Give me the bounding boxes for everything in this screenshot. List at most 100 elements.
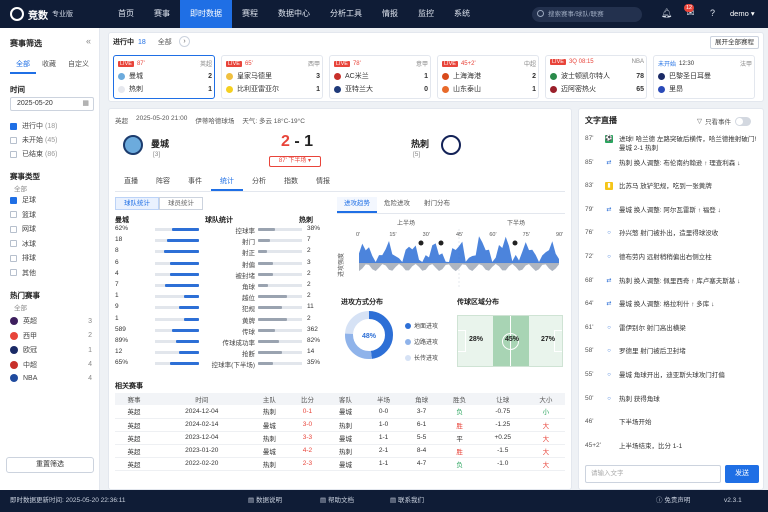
events-only-toggle[interactable]: [735, 116, 751, 126]
pass-zone-value: 27%: [540, 336, 555, 343]
type-checkbox[interactable]: 足球: [10, 195, 92, 205]
legend-swatch: [405, 354, 411, 361]
nav-item[interactable]: 监控: [408, 0, 444, 28]
sidebar-tab[interactable]: 收藏: [36, 58, 62, 74]
match-tab[interactable]: 事件: [179, 175, 211, 191]
checkbox-icon[interactable]: [10, 136, 17, 144]
live-match-card[interactable]: LIVE 87' 英超 曼城 2 热刺 1: [113, 55, 215, 99]
table-row[interactable]: 英超 2024-02-14 曼城 3-0 热刺 1-0 6-1 胜 -1.25 大: [115, 418, 565, 432]
table-row[interactable]: 英超 2023-01-20 曼城 4-2 热刺 2-1 8-4 胜 -1.5 大: [115, 444, 565, 458]
table-row[interactable]: 英超 2022-02-20 热刺 2-3 曼城 1-1 4-7 负 -1.0 大: [115, 457, 565, 471]
status-checkbox[interactable]: 进行中 (18): [10, 121, 92, 131]
help-icon[interactable]: ?: [706, 7, 719, 20]
type-all[interactable]: 全部: [14, 183, 27, 193]
trend-tab[interactable]: 射门分布: [417, 197, 457, 213]
match-tab[interactable]: 指数: [275, 175, 307, 191]
live-match-card[interactable]: 未开始 12:30 法甲 巴黎圣日耳曼 里昂: [653, 55, 755, 99]
date-picker[interactable]: 2025-05-20 ▦: [10, 97, 94, 111]
hot-league-item[interactable]: 西甲 2: [10, 331, 92, 341]
stat-sub-tab[interactable]: 球员统计: [159, 197, 203, 210]
hot-league-item[interactable]: 中超 4: [10, 360, 92, 370]
hot-league-item[interactable]: NBA 4: [10, 374, 92, 382]
checkbox-icon[interactable]: [10, 211, 17, 218]
collapse-icon[interactable]: «: [86, 36, 91, 46]
nav-item[interactable]: 赛程: [232, 0, 268, 28]
match-tab[interactable]: 分析: [243, 175, 275, 191]
live-all-filter[interactable]: 全部: [158, 37, 172, 47]
away-team-name[interactable]: 热刺: [411, 137, 429, 150]
expand-schedule-button[interactable]: 展开全部赛程: [710, 36, 759, 49]
stat-away-value: 2: [307, 314, 311, 322]
footer-link-contact[interactable]: ▤ 联系我们: [390, 490, 424, 512]
checkbox-icon[interactable]: [10, 225, 17, 233]
hot-league-item[interactable]: 英超 3: [10, 316, 92, 326]
league-count: 2: [88, 332, 92, 339]
match-tab[interactable]: 统计: [211, 175, 243, 191]
checkbox-icon[interactable]: [10, 122, 17, 130]
event-minute: 87': [585, 135, 594, 142]
send-button[interactable]: 发送: [725, 465, 759, 483]
footer-link-disclaimer[interactable]: ⓘ 免责声明: [656, 490, 690, 512]
live-match-card[interactable]: LIVE 78' 意甲 AC米兰 1 亚特兰大 0: [329, 55, 431, 99]
checkbox-icon[interactable]: [10, 196, 17, 204]
stat-row: 18 射门 7: [115, 236, 333, 246]
team-name: 里昂: [669, 86, 683, 93]
table-cell: 1-1: [364, 431, 403, 445]
live-match-card[interactable]: LIVE 3Q 08:15 NBA 波士顿凯尔特人 78 迈阿密热火 65: [545, 55, 647, 99]
nav-item[interactable]: 即时数据: [180, 0, 232, 28]
match-period[interactable]: 87' 下半场 ▾: [269, 156, 321, 167]
search-input[interactable]: 搜索赛事/球队/联赛: [532, 7, 642, 22]
status-checkbox[interactable]: 已结束 (86): [10, 149, 92, 159]
hot-league-item[interactable]: 欧冠 1: [10, 345, 92, 355]
hot-all[interactable]: 全部: [14, 302, 27, 312]
nav-item[interactable]: 首页: [108, 0, 144, 28]
score-dash: -: [294, 133, 300, 150]
table-cell: 2024-12-04: [153, 405, 251, 419]
app-logo[interactable]: 竞数 专业版: [0, 7, 108, 22]
event-minute: 79': [585, 205, 594, 213]
events-only-filter[interactable]: ▽ 只看事件: [697, 116, 751, 126]
type-checkbox[interactable]: 其他: [10, 268, 92, 278]
type-checkbox[interactable]: 排球: [10, 253, 92, 263]
user-menu[interactable]: demo ▾: [730, 0, 755, 28]
table-row[interactable]: 英超 2023-12-04 热刺 3-3 曼城 1-1 5-5 平 +0.25 大: [115, 431, 565, 445]
table-row[interactable]: 英超 2024-12-04 热刺 0-1 曼城 0-0 3-7 负 -0.75 小: [115, 405, 565, 419]
team-score: 2: [208, 72, 212, 80]
checkbox-icon[interactable]: [10, 269, 17, 276]
stat-sub-tab[interactable]: 球队统计: [115, 197, 159, 210]
live-match-card[interactable]: LIVE 45+2' 中超 上海海港 2 山东泰山 1: [437, 55, 539, 99]
footer-link-data[interactable]: ▤ 数据说明: [248, 490, 282, 512]
footer-link-help[interactable]: ▤ 帮助文档: [320, 490, 354, 512]
live-match-card[interactable]: LIVE 65' 西甲 皇家马德里 3 比利亚雷亚尔 1: [221, 55, 323, 99]
checkbox-icon[interactable]: [10, 254, 17, 262]
status-checkbox[interactable]: 未开始 (45): [10, 135, 92, 145]
checkbox-icon[interactable]: [10, 240, 17, 247]
nav-item[interactable]: 系统: [444, 0, 480, 28]
nav-item[interactable]: 情报: [372, 0, 408, 28]
type-checkbox[interactable]: 冰球: [10, 239, 92, 249]
nav-item[interactable]: 赛事: [144, 0, 180, 28]
footer-link-label: 免责声明: [664, 497, 691, 504]
type-checkbox[interactable]: 网球: [10, 224, 92, 234]
match-tab[interactable]: 情报: [307, 175, 339, 191]
chevron-right-icon[interactable]: ›: [179, 36, 190, 47]
match-tab[interactable]: 直播: [115, 175, 147, 191]
nav-item[interactable]: 数据中心: [268, 0, 320, 28]
bell-icon[interactable]: 🔔︎: [660, 7, 673, 20]
stat-home-bar: [170, 362, 199, 366]
trend-tab[interactable]: 危险进攻: [377, 197, 417, 213]
sidebar-tab[interactable]: 自定义: [62, 58, 95, 74]
nav-item[interactable]: 分析工具: [320, 0, 372, 28]
team-name: 曼城: [129, 73, 143, 80]
comment-input[interactable]: 请输入文字: [585, 465, 721, 483]
sidebar-tab[interactable]: 全部: [10, 58, 36, 74]
checkbox-icon[interactable]: [10, 150, 17, 158]
reset-filter-button[interactable]: 重置筛选: [6, 457, 94, 473]
type-checkbox[interactable]: 篮球: [10, 210, 92, 220]
event-minute: 72': [585, 253, 594, 260]
trend-tab[interactable]: 进攻趋势: [337, 197, 377, 213]
match-tab[interactable]: 阵容: [147, 175, 179, 191]
stat-name: 传球: [242, 328, 255, 336]
away-crest-icon: [441, 135, 461, 155]
home-team-name[interactable]: 曼城: [151, 137, 169, 150]
